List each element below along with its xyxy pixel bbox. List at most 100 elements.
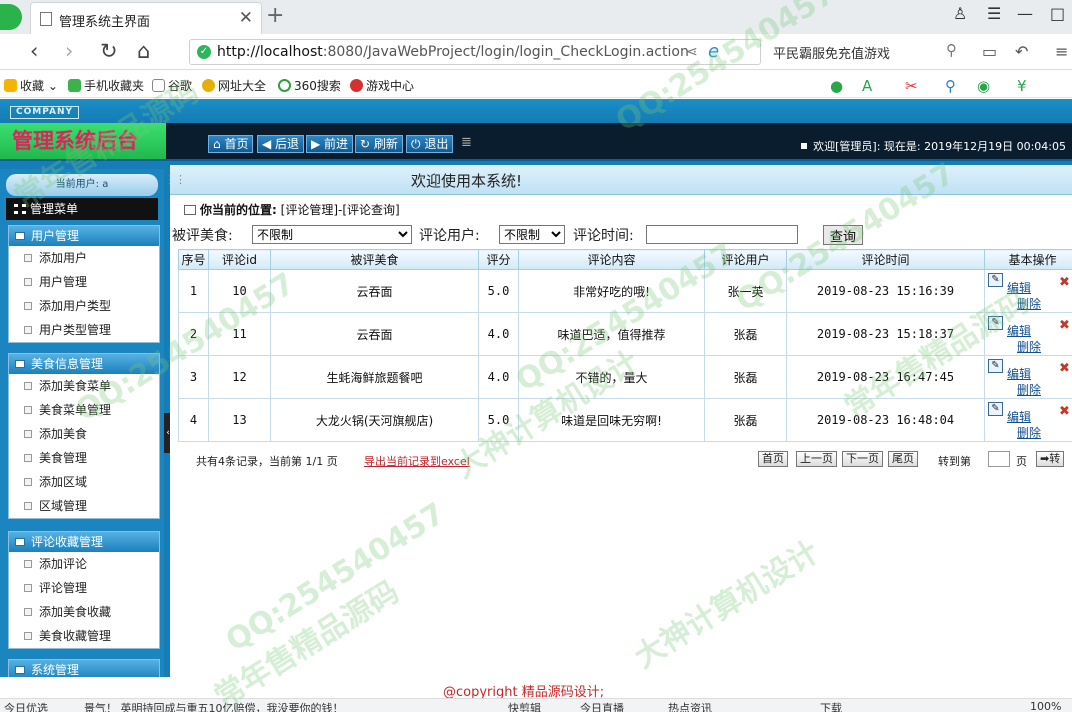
sidebar-item-area-manage[interactable]: 区域管理 (9, 494, 159, 518)
cell-comment-id: 12 (208, 355, 271, 399)
delete-link[interactable]: 删除 (1017, 295, 1041, 312)
col-score: 评分 (478, 249, 519, 270)
menu-group-header[interactable]: 系统管理 (9, 660, 159, 677)
coin-icon[interactable]: ¥ (1017, 77, 1027, 95)
scissors-icon[interactable]: ✂ (905, 77, 918, 95)
sidebar-item-add-user[interactable]: 添加用户 (9, 246, 159, 270)
status-item-clip[interactable]: 快剪辑 (508, 700, 541, 712)
home-button[interactable]: ⌂ 首页 (208, 135, 254, 153)
shirt-skin-icon[interactable]: ♙ (953, 4, 967, 23)
maximize-icon[interactable]: □ (1050, 4, 1065, 23)
delete-link[interactable]: 删除 (1017, 381, 1041, 398)
goto-page-input[interactable] (988, 451, 1010, 467)
edit-link[interactable]: 编辑 (1007, 365, 1031, 382)
pencil-icon[interactable]: ✎ (988, 402, 1003, 416)
export-excel-link[interactable]: 导出当前记录到excel (364, 453, 470, 469)
share-icon[interactable]: ⋖ (686, 44, 698, 60)
home-icon[interactable]: ⌂ (137, 39, 150, 63)
refresh-button[interactable]: ↻ 刷新 (355, 135, 403, 153)
gamepad-icon[interactable]: ◉ (977, 77, 990, 95)
delete-x-icon[interactable]: ✖ (1059, 318, 1070, 333)
magnifier-icon[interactable]: ⚲ (945, 77, 956, 95)
bookmark-favorites[interactable]: 收藏 ⌄ (4, 77, 58, 94)
menu-group-header[interactable]: 用户管理 (9, 226, 159, 246)
sidebar-item-add-area[interactable]: 添加区域 (9, 470, 159, 494)
more-icon[interactable]: ≡ (1055, 42, 1068, 61)
new-tab-icon[interactable]: + (266, 3, 284, 28)
cell-content: 味道巴适，值得推荐 (518, 312, 705, 356)
sidebar-item-food-manage[interactable]: 美食管理 (9, 446, 159, 470)
status-item-zoom[interactable]: 100% (1030, 700, 1061, 712)
next-page-button[interactable]: 下一页 (842, 451, 883, 467)
col-food: 被评美食 (270, 249, 479, 270)
pencil-icon[interactable]: ✎ (988, 359, 1003, 373)
chat-icon[interactable]: ● (830, 77, 843, 95)
item-icon (24, 406, 32, 414)
logout-button[interactable]: ⏻ 退出 (406, 135, 454, 153)
sidebar-item-add-food[interactable]: 添加美食 (9, 422, 159, 446)
app-frame: COMPANY 管理系统后台 ⌂ 首页 ◀ 后退 ▶ 前进 ↻ 刷新 ⏻ 退出 … (0, 99, 1072, 677)
food-filter-select[interactable]: 不限制 (252, 225, 412, 244)
sidebar-item-food-menu-manage[interactable]: 美食菜单管理 (9, 398, 159, 422)
bookmark-360search[interactable]: 360搜索 (278, 77, 341, 94)
browser-logo-icon[interactable] (0, 4, 22, 30)
first-page-button[interactable]: 首页 (758, 451, 788, 467)
delete-x-icon[interactable]: ✖ (1059, 361, 1070, 376)
status-left[interactable]: 今日优选 (4, 700, 48, 712)
menu-group-food: 美食信息管理 添加美食菜单 美食菜单管理 添加美食 美食管理 添加区域 区域管理 (8, 353, 160, 519)
user-filter-select[interactable]: 不限制 (499, 225, 565, 244)
url-input[interactable]: ✓ http://localhost:8080/JavaWebProject/l… (189, 39, 761, 65)
sidebar-item-user-manage[interactable]: 用户管理 (9, 270, 159, 294)
sidebar-item-add-comment[interactable]: 添加评论 (9, 552, 159, 576)
bookmark-sites[interactable]: 网址大全 (202, 77, 266, 94)
back-button[interactable]: ◀ 后退 (257, 135, 305, 153)
sidebar-item-add-user-type[interactable]: 添加用户类型 (9, 294, 159, 318)
translate-icon[interactable]: A (862, 77, 872, 95)
edit-link[interactable]: 编辑 (1007, 279, 1031, 296)
menu-group-header[interactable]: 美食信息管理 (9, 354, 159, 374)
last-page-button[interactable]: 尾页 (888, 451, 918, 467)
reload-icon[interactable]: ↻ (100, 39, 118, 63)
cell-food: 生蚝海鲜旅题餐吧 (270, 355, 479, 399)
close-tab-icon[interactable]: ✕ (239, 8, 253, 28)
status-item-hot[interactable]: 热点资讯 (668, 700, 712, 712)
delete-x-icon[interactable]: ✖ (1059, 404, 1070, 419)
sidebar-item-add-food-menu[interactable]: 添加美食菜单 (9, 374, 159, 398)
status-item-download[interactable]: 下载 (820, 700, 842, 712)
time-filter-input[interactable] (646, 225, 798, 244)
battery-icon[interactable]: ▭ (982, 42, 997, 61)
bookmark-mobile[interactable]: 手机收藏夹 (68, 77, 144, 94)
time-filter-label: 评论时间: (573, 228, 634, 244)
browser-tab[interactable]: 管理系统主界面 ✕ (30, 2, 262, 34)
forward-icon[interactable]: › (65, 39, 73, 63)
edit-link[interactable]: 编辑 (1007, 408, 1031, 425)
edit-link[interactable]: 编辑 (1007, 322, 1031, 339)
undo-icon[interactable]: ↶ (1015, 42, 1028, 61)
status-news[interactable]: 景气！ 英明持回成与重五10亿赔偿，我没要你的钱！ (84, 700, 344, 712)
sidebar-item-user-type-manage[interactable]: 用户类型管理 (9, 318, 159, 342)
pencil-icon[interactable]: ✎ (988, 316, 1003, 330)
query-button[interactable]: 查询 (823, 225, 864, 245)
delete-x-icon[interactable]: ✖ (1059, 275, 1070, 290)
comment-table: 序号 评论id 被评美食 评分 评论内容 评论用户 评论时间 基本操作 1 10… (178, 249, 1072, 442)
ie-mode-icon[interactable]: e (708, 41, 719, 62)
prev-page-button[interactable]: 上一页 (796, 451, 837, 467)
minimize-icon[interactable]: — (1017, 4, 1033, 23)
sidebar-item-favorite-manage[interactable]: 美食收藏管理 (9, 624, 159, 648)
delete-link[interactable]: 删除 (1017, 338, 1041, 355)
forward-button[interactable]: ▶ 前进 (306, 135, 354, 153)
bookmark-google[interactable]: 谷歌 (152, 77, 192, 94)
status-item-live[interactable]: 今日直播 (580, 700, 624, 712)
sidebar-item-add-favorite[interactable]: 添加美食收藏 (9, 600, 159, 624)
go-button[interactable]: ➡转 (1036, 451, 1065, 467)
search-icon[interactable]: ⚲ (946, 41, 957, 59)
sidebar-item-comment-manage[interactable]: 评论管理 (9, 576, 159, 600)
item-icon (24, 430, 32, 438)
menu-icon[interactable]: ☰ (987, 4, 1001, 23)
bookmark-games[interactable]: 游戏中心 (350, 77, 414, 94)
menu-group-header[interactable]: 评论收藏管理 (9, 532, 159, 552)
pencil-icon[interactable]: ✎ (988, 273, 1003, 287)
search-input[interactable]: 平民霸服免充值游戏 ⚲ (765, 39, 965, 65)
back-icon[interactable]: ‹ (30, 39, 38, 63)
delete-link[interactable]: 删除 (1017, 424, 1041, 441)
